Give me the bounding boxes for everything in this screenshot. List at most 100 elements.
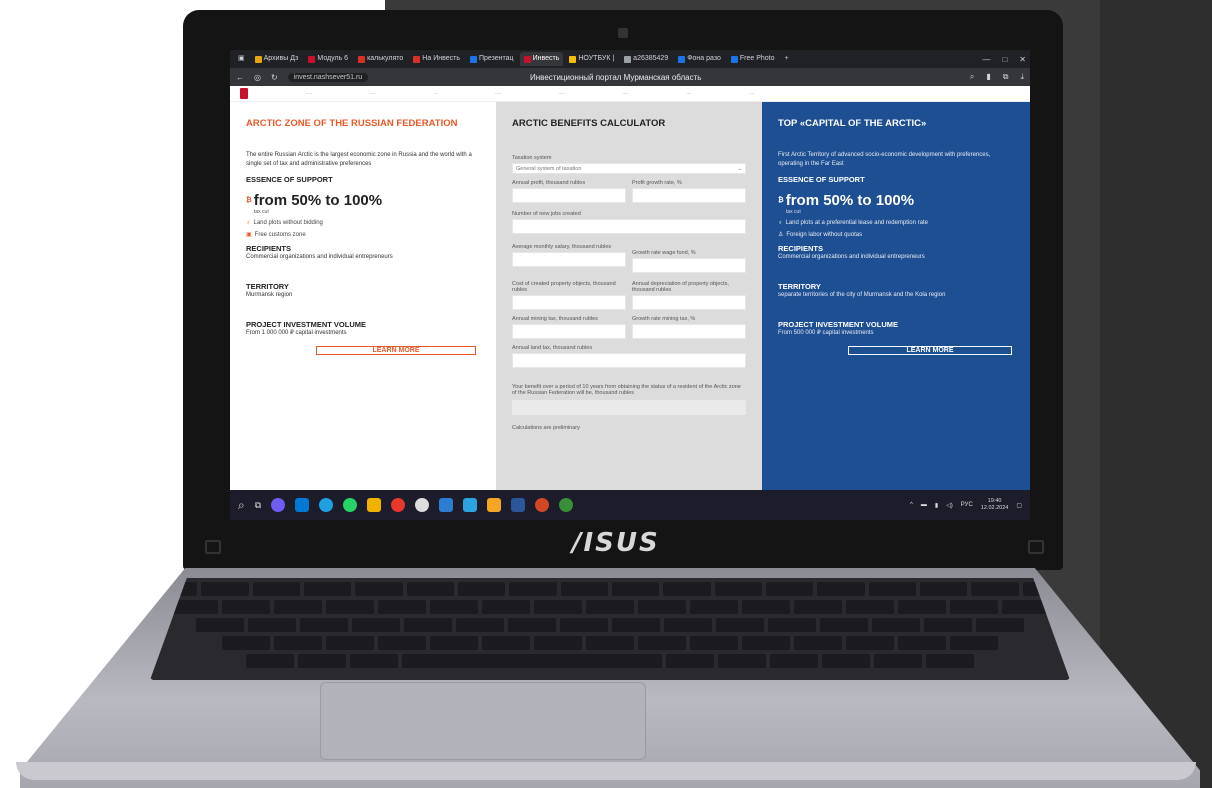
nav-item[interactable]: ····· xyxy=(559,92,565,96)
browser-menu-icon[interactable]: ▣ xyxy=(234,52,249,66)
notification-icon[interactable]: ▢ xyxy=(1016,502,1022,509)
edge-icon[interactable] xyxy=(319,498,334,512)
bookmark-icon[interactable]: ▮ xyxy=(986,72,990,82)
nav-item[interactable]: ····· xyxy=(370,92,376,96)
key[interactable] xyxy=(971,582,1019,596)
key[interactable] xyxy=(222,636,270,650)
key[interactable] xyxy=(274,636,322,650)
yandex-browser-icon[interactable] xyxy=(415,498,430,512)
browser-tab[interactable]: Инвесть xyxy=(519,52,564,66)
spacebar[interactable] xyxy=(402,654,662,668)
touchpad[interactable] xyxy=(320,682,646,760)
reload-icon[interactable]: ↻ xyxy=(271,73,278,82)
extensions-icon[interactable]: ⧉ xyxy=(1003,72,1009,82)
minimize-icon[interactable]: — xyxy=(982,55,990,64)
key[interactable] xyxy=(794,600,842,614)
app-icon[interactable] xyxy=(367,498,382,512)
key[interactable] xyxy=(794,636,842,650)
back-icon[interactable]: ← xyxy=(236,73,244,82)
maximize-icon[interactable]: □ xyxy=(1002,55,1007,64)
volume-icon[interactable]: ◁) xyxy=(946,502,953,509)
key[interactable] xyxy=(304,582,352,596)
yandex-icon[interactable] xyxy=(391,498,406,512)
clock[interactable]: 19:40 12.02.2024 xyxy=(981,498,1009,512)
key[interactable] xyxy=(274,600,322,614)
key[interactable] xyxy=(560,618,608,632)
app-icon[interactable] xyxy=(511,498,526,512)
key[interactable] xyxy=(924,618,972,632)
key[interactable] xyxy=(378,636,426,650)
url-field[interactable]: invest.nashsever51.ru xyxy=(287,72,369,82)
language-indicator[interactable]: РУС xyxy=(961,502,973,508)
telegram-icon[interactable] xyxy=(463,498,478,512)
nav-item[interactable]: ···· xyxy=(749,92,754,96)
key[interactable] xyxy=(404,618,452,632)
nav-item[interactable]: ····· xyxy=(495,92,501,96)
profit-growth-input[interactable] xyxy=(632,188,746,203)
profit-input[interactable] xyxy=(512,188,626,203)
key[interactable] xyxy=(252,582,301,596)
key[interactable] xyxy=(612,582,660,596)
land-tax-input[interactable] xyxy=(512,353,746,368)
key[interactable] xyxy=(196,618,244,632)
key[interactable] xyxy=(898,600,946,614)
key[interactable] xyxy=(352,618,400,632)
key[interactable] xyxy=(822,654,870,668)
key[interactable] xyxy=(222,600,270,614)
key[interactable] xyxy=(663,582,711,596)
app-icon[interactable] xyxy=(271,498,286,512)
key[interactable] xyxy=(716,618,764,632)
key[interactable] xyxy=(872,618,920,632)
key[interactable] xyxy=(350,654,398,668)
key[interactable] xyxy=(976,618,1024,632)
new-tab-icon[interactable]: + xyxy=(781,52,793,66)
key[interactable] xyxy=(534,636,582,650)
app-icon[interactable] xyxy=(439,498,454,512)
key[interactable] xyxy=(326,600,374,614)
key[interactable] xyxy=(406,582,455,596)
key[interactable] xyxy=(298,654,346,668)
key[interactable] xyxy=(482,600,530,614)
search-icon[interactable]: ⌕ xyxy=(970,72,974,82)
key[interactable] xyxy=(534,600,582,614)
nav-item[interactable]: ····· xyxy=(306,92,312,96)
browser-tab[interactable]: a26385429 xyxy=(620,52,672,66)
key[interactable] xyxy=(456,618,504,632)
salary-input[interactable] xyxy=(512,252,626,267)
key[interactable] xyxy=(509,582,557,596)
key[interactable] xyxy=(950,636,998,650)
wage-growth-input[interactable] xyxy=(632,258,746,273)
nav-item[interactable]: ··· xyxy=(434,92,438,96)
browser-tab[interactable]: Фона разо xyxy=(674,52,725,66)
key[interactable] xyxy=(770,654,818,668)
key[interactable] xyxy=(690,600,738,614)
network-icon[interactable]: ▬ xyxy=(921,502,927,508)
app-icon[interactable] xyxy=(295,498,310,512)
key[interactable] xyxy=(898,636,946,650)
key[interactable] xyxy=(690,636,738,650)
app-icon[interactable] xyxy=(559,498,574,512)
key[interactable] xyxy=(458,582,506,596)
browser-tab[interactable]: калькулято xyxy=(354,52,407,66)
key[interactable] xyxy=(560,582,608,596)
whatsapp-icon[interactable] xyxy=(343,498,358,512)
tax-system-select[interactable]: General system of taxation ⌄ xyxy=(512,163,746,174)
key[interactable] xyxy=(612,618,660,632)
key[interactable] xyxy=(586,600,634,614)
mining-growth-input[interactable] xyxy=(632,324,746,339)
depreciation-input[interactable] xyxy=(632,295,746,310)
key[interactable] xyxy=(430,636,478,650)
key[interactable] xyxy=(638,636,686,650)
key[interactable] xyxy=(300,618,348,632)
learn-more-button[interactable]: LEARN MORE xyxy=(316,346,476,355)
key[interactable] xyxy=(714,582,762,596)
key[interactable] xyxy=(846,636,894,650)
browser-tab[interactable]: Free Photo xyxy=(727,52,779,66)
mining-tax-input[interactable] xyxy=(512,324,626,339)
key[interactable] xyxy=(950,600,998,614)
key[interactable] xyxy=(586,636,634,650)
key[interactable] xyxy=(664,618,712,632)
browser-tab[interactable]: НОУТБУК | xyxy=(565,52,618,66)
key[interactable] xyxy=(868,582,916,596)
key[interactable] xyxy=(919,582,968,596)
